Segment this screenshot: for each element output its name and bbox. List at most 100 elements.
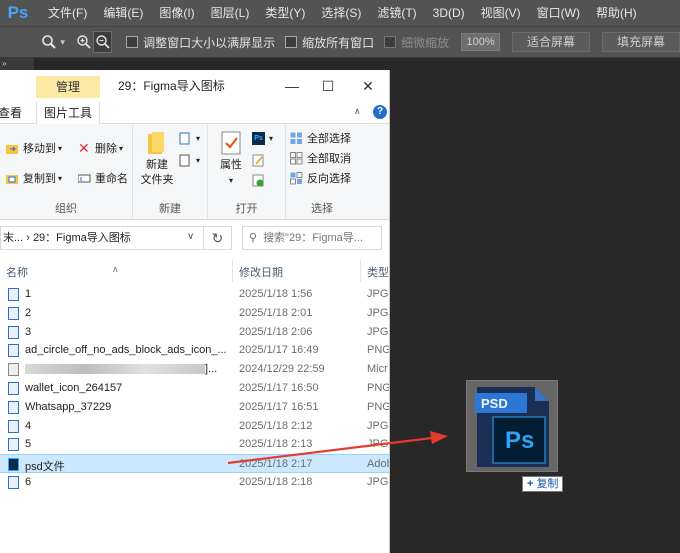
menu-window[interactable]: 窗口(W) bbox=[529, 0, 588, 26]
maximize-button[interactable]: ☐ bbox=[312, 70, 344, 102]
file-row[interactable]: 6 2025/1/18 2:18 JPG bbox=[0, 473, 389, 492]
column-type[interactable]: 类型 bbox=[367, 264, 389, 280]
file-row-selected[interactable]: psd文件 2025/1/18 2:17 Adob bbox=[0, 454, 389, 474]
new-folder-button[interactable]: 新建 文件夹 bbox=[137, 130, 177, 188]
image-file-icon bbox=[8, 288, 19, 301]
file-name: 2 bbox=[25, 306, 32, 319]
zoom-all-windows-checkbox[interactable]: 缩放所有窗口 bbox=[285, 34, 374, 51]
edit-button[interactable] bbox=[252, 154, 269, 167]
easy-access-button[interactable]: ▾ bbox=[179, 154, 200, 167]
invert-selection-button[interactable]: 反向选择 bbox=[290, 170, 351, 186]
menu-type[interactable]: 类型(Y) bbox=[257, 0, 313, 26]
collapse-ribbon-icon[interactable]: ∧ bbox=[354, 106, 361, 117]
file-modified: 2025/1/17 16:51 bbox=[239, 400, 319, 413]
address-row: 末... › 29：Figma导入图标 ∨ ↻ ⚲ 搜索"29：Figma导... bbox=[0, 220, 389, 256]
menu-help[interactable]: 帮助(H) bbox=[588, 0, 645, 26]
menu-image[interactable]: 图像(I) bbox=[151, 0, 202, 26]
file-row[interactable]: ]... 2024/12/29 22:59 Micr bbox=[0, 360, 389, 379]
zoom-out-icon[interactable] bbox=[93, 31, 113, 53]
image-file-icon bbox=[8, 381, 19, 395]
photoshop-menubar: Ps 文件(F) 编辑(E) 图像(I) 图层(L) 类型(Y) 选择(S) 滤… bbox=[0, 0, 680, 26]
file-name: 3 bbox=[25, 325, 32, 338]
menu-edit[interactable]: 编辑(E) bbox=[95, 0, 151, 26]
file-name: 1 bbox=[25, 288, 32, 300]
file-row[interactable]: 5 2025/1/18 2:13 JPG bbox=[0, 435, 389, 454]
scrubby-zoom-checkbox[interactable]: 细微缩放 bbox=[384, 34, 449, 51]
help-icon[interactable]: ? bbox=[373, 105, 387, 119]
file-row[interactable]: ad_circle_off_no_ads_block_ads_icon_... 2… bbox=[0, 341, 390, 360]
address-bar[interactable]: 末... › 29：Figma导入图标 bbox=[0, 226, 204, 250]
image-file-icon bbox=[8, 325, 19, 339]
file-type: PNG bbox=[367, 344, 390, 357]
copy-to-button[interactable]: 复制到 ▾ bbox=[6, 170, 62, 186]
move-to-button[interactable]: 移动到 ▾ bbox=[6, 140, 62, 156]
open-group: 属性 ▾ Ps ▾ 打开 bbox=[208, 124, 286, 220]
ps-badge: Ps bbox=[505, 427, 535, 454]
manage-context-tab[interactable]: 管理 bbox=[36, 76, 100, 98]
close-button[interactable]: ✕ bbox=[352, 70, 384, 102]
open-with-button[interactable]: Ps ▾ bbox=[252, 132, 273, 145]
image-file-icon bbox=[8, 400, 19, 414]
history-button[interactable] bbox=[252, 174, 269, 187]
psd-badge: PSD bbox=[481, 396, 508, 411]
menu-file[interactable]: 文件(F) bbox=[40, 0, 95, 26]
new-item-button[interactable]: ▾ bbox=[179, 132, 200, 145]
new-group-label: 新建 bbox=[159, 203, 181, 215]
panel-collapse-toggle[interactable]: » bbox=[0, 58, 34, 70]
organize-group-label: 组织 bbox=[55, 203, 77, 215]
select-all-icon bbox=[290, 132, 303, 145]
delete-button[interactable]: ✕ 删除 ▾ bbox=[78, 140, 123, 156]
file-row[interactable]: 1 2025/1/18 1:56 JPG bbox=[0, 285, 389, 304]
menu-filter[interactable]: 滤镜(T) bbox=[369, 0, 424, 26]
menu-view[interactable]: 视图(V) bbox=[473, 0, 529, 26]
tool-preset-chevron-icon[interactable]: ▾ bbox=[60, 37, 65, 48]
ribbon-tabs: 查看 图片工具 ∧ ? bbox=[0, 102, 389, 124]
tab-view[interactable]: 查看 bbox=[0, 102, 22, 124]
zoom-100-button[interactable]: 100% bbox=[461, 33, 500, 51]
window-title: 29：Figma导入图标 bbox=[118, 79, 225, 93]
zoom-in-icon[interactable] bbox=[75, 31, 93, 53]
edit-pencil-icon bbox=[252, 154, 265, 167]
file-row[interactable]: 3 2025/1/18 2:06 JPG bbox=[0, 323, 389, 342]
menu-select[interactable]: 选择(S) bbox=[313, 0, 369, 26]
rename-label: 重命名 bbox=[95, 173, 128, 185]
file-row[interactable]: 2 2025/1/18 2:01 JPG bbox=[0, 304, 389, 323]
address-dropdown-icon[interactable]: ∨ bbox=[187, 226, 194, 248]
menu-3d[interactable]: 3D(D) bbox=[425, 0, 473, 26]
column-modified[interactable]: 修改日期 bbox=[239, 264, 283, 280]
file-row[interactable]: wallet_icon_264157 2025/1/17 16:50 PNG bbox=[0, 379, 389, 398]
file-name: wallet_icon_264157 bbox=[25, 381, 123, 394]
tab-picture-tools[interactable]: 图片工具 bbox=[36, 102, 100, 124]
minimize-button[interactable]: — bbox=[276, 70, 308, 102]
refresh-icon[interactable]: ↻ bbox=[204, 226, 232, 250]
select-none-button[interactable]: 全部取消 bbox=[290, 150, 351, 166]
fit-screen-button[interactable]: 适合屏幕 bbox=[511, 32, 590, 52]
photoshop-logo: Ps bbox=[7, 3, 29, 22]
title-bar: 管理 29：Figma导入图标 — ☐ ✕ bbox=[0, 70, 389, 102]
file-modified: 2025/1/18 2:12 bbox=[239, 419, 313, 432]
search-input[interactable]: ⚲ 搜索"29：Figma导... bbox=[242, 226, 382, 250]
fill-screen-button[interactable]: 填充屏幕 bbox=[601, 32, 680, 52]
column-divider[interactable] bbox=[232, 260, 233, 282]
column-name[interactable]: 名称 bbox=[6, 264, 28, 280]
file-row[interactable]: 4 2025/1/18 2:12 JPG bbox=[0, 417, 389, 436]
select-all-button[interactable]: 全部选择 bbox=[290, 130, 351, 146]
file-row[interactable]: Whatsapp_37229 2025/1/17 16:51 PNG bbox=[0, 398, 389, 417]
file-name: ad_circle_off_no_ads_block_ads_icon_... bbox=[25, 344, 227, 357]
properties-button[interactable]: 属性 ▾ bbox=[216, 130, 246, 188]
open-group-label: 打开 bbox=[235, 203, 258, 215]
move-to-label: 移动到 bbox=[23, 143, 56, 155]
file-modified: 2025/1/18 2:17 bbox=[239, 458, 313, 471]
zoom-tool-icon[interactable] bbox=[40, 31, 58, 53]
file-modified: 2025/1/18 2:06 bbox=[239, 325, 313, 338]
file-modified: 2025/1/17 16:50 bbox=[239, 381, 319, 394]
column-divider[interactable] bbox=[360, 260, 361, 282]
blurred-filename bbox=[25, 364, 205, 375]
resize-windows-checkbox[interactable]: 调整窗口大小以满屏显示 bbox=[126, 34, 275, 51]
rename-button[interactable]: 重命名 bbox=[77, 170, 128, 186]
file-type: Adob bbox=[367, 458, 389, 471]
file-name: psd文件 bbox=[25, 461, 65, 474]
image-file-icon bbox=[8, 344, 19, 358]
organize-group: 移动到 ▾ ✕ 删除 ▾ 复制到 ▾ 重命名 组织 bbox=[0, 124, 133, 220]
menu-layer[interactable]: 图层(L) bbox=[203, 0, 258, 26]
